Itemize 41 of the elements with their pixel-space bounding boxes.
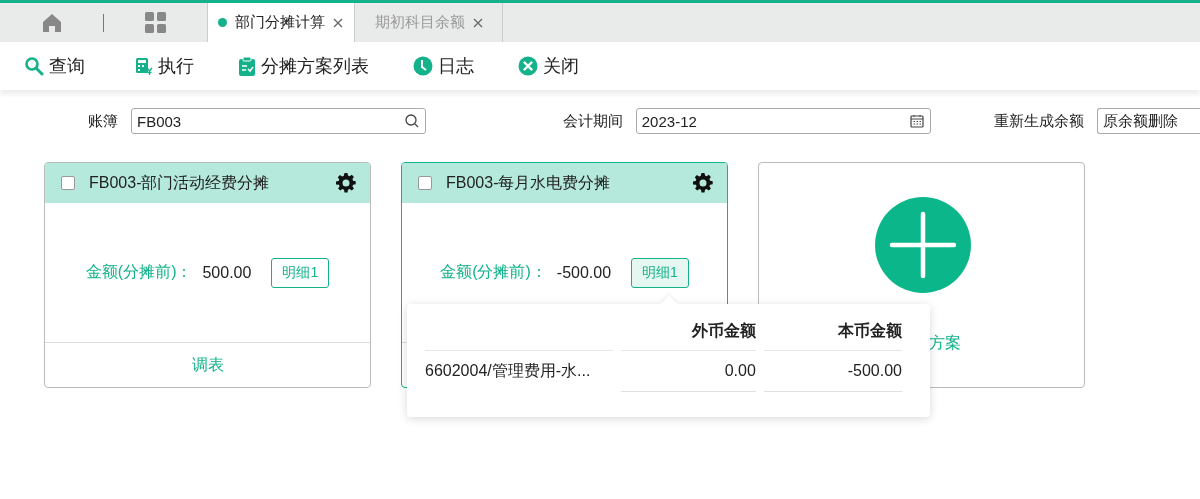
- column-header: 外币金额: [620, 312, 756, 351]
- close-icon[interactable]: [333, 17, 343, 28]
- add-label: 方案: [929, 333, 961, 353]
- active-dot: [218, 18, 227, 27]
- calculator-icon: [135, 56, 153, 76]
- input-field[interactable]: 2023-12: [635, 108, 932, 134]
- toolbar-button[interactable]: 查询: [24, 54, 85, 78]
- toolbar-button[interactable]: 关闭: [518, 54, 579, 78]
- table-cell: 0.00: [620, 351, 756, 392]
- dropdown-field[interactable]: 原余额删除: [1097, 108, 1200, 134]
- field-label: 会计期间: [561, 111, 623, 131]
- toolbar-button[interactable]: 分摊方案列表: [238, 54, 369, 78]
- toolbar-button[interactable]: 执行: [135, 54, 194, 78]
- close-icon: [518, 56, 538, 76]
- settings-icon[interactable]: [336, 173, 356, 193]
- checkbox[interactable]: [61, 176, 75, 190]
- field-label: 账簿: [87, 111, 118, 131]
- table-cell: -500.00: [763, 351, 902, 392]
- search-icon: [24, 56, 44, 76]
- close-icon[interactable]: [473, 17, 483, 28]
- search-icon[interactable]: [405, 114, 420, 128]
- amount-value: 500.00: [202, 263, 252, 282]
- clock-icon: [413, 56, 433, 76]
- amount-label: 金额(分摊前)：: [85, 262, 193, 282]
- amount-label: 金额(分摊前)：: [440, 262, 547, 282]
- tab[interactable]: 部门分摊计算: [207, 3, 355, 42]
- table-cell-text: 6602004/管理费用-水...: [425, 361, 592, 381]
- field-label: 重新生成余额: [993, 111, 1085, 131]
- toolbar-button[interactable]: 日志: [413, 54, 474, 78]
- home-icon[interactable]: [41, 12, 62, 33]
- plus-icon[interactable]: [875, 197, 971, 293]
- card-title: FB003-每月水电费分摊: [446, 172, 612, 193]
- calendar-icon[interactable]: [910, 114, 925, 128]
- column-header: 本币金额: [763, 312, 902, 351]
- settings-icon[interactable]: [693, 173, 713, 193]
- checkbox[interactable]: [418, 176, 432, 190]
- card-title: FB003-部门活动经费分摊: [89, 172, 271, 193]
- amount-value: -500.00: [556, 263, 612, 282]
- grid-icon[interactable]: [145, 12, 166, 33]
- input-field[interactable]: FB003: [131, 108, 427, 134]
- clipboard-icon: [238, 56, 256, 76]
